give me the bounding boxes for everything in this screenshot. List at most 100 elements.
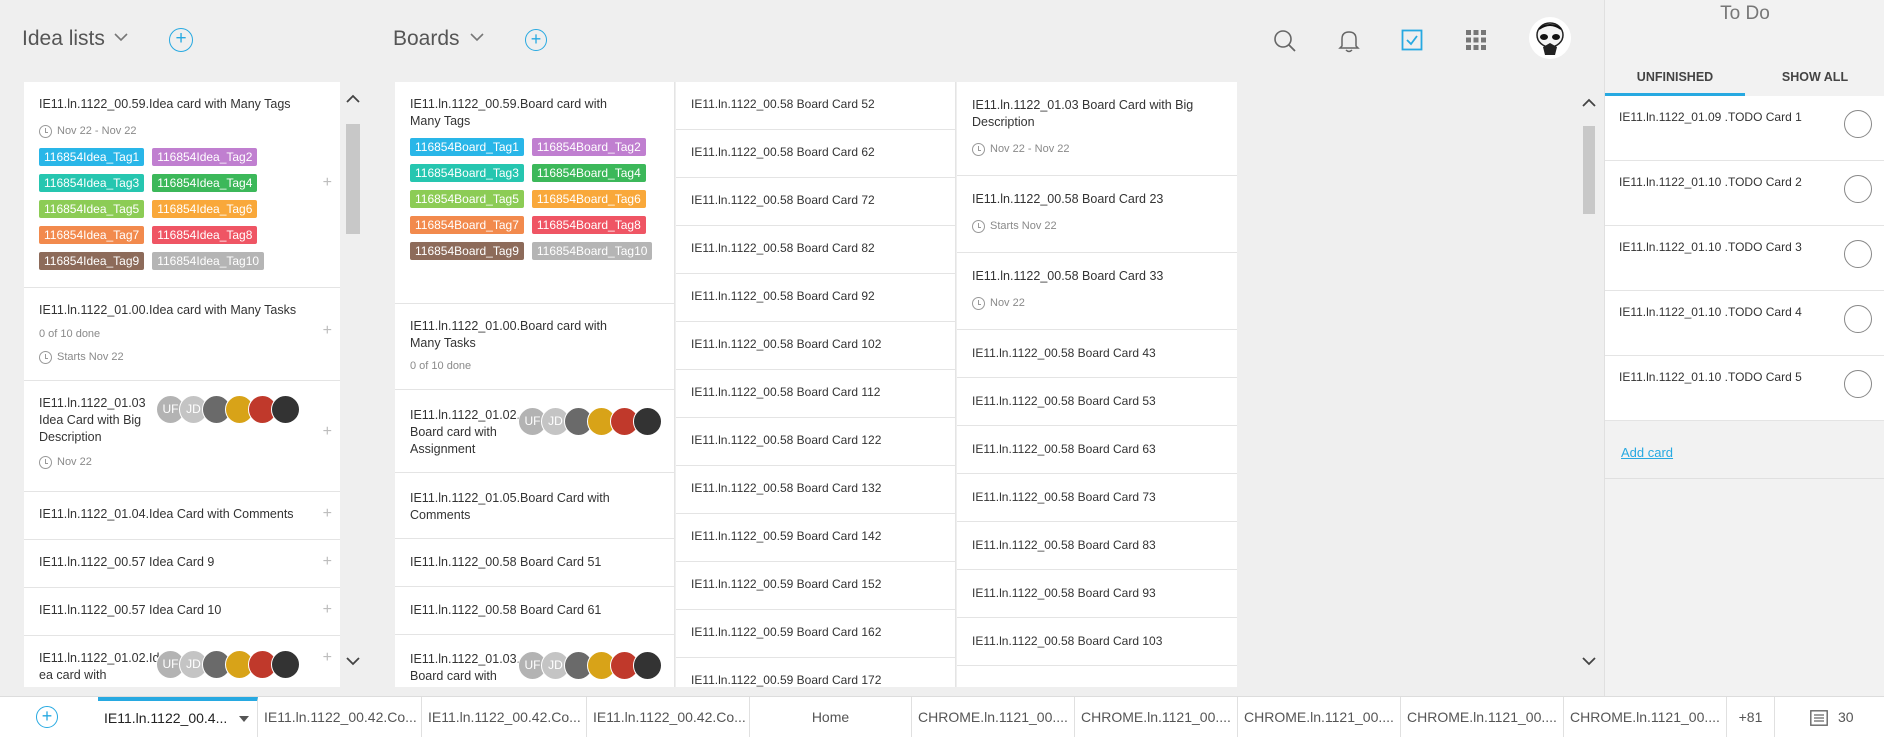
idea-card-comments[interactable]: IE11.ln.1122_01.04.Idea Card with Commen… (24, 492, 340, 540)
browser-tab[interactable]: CHROME.ln.1121_00.... (1564, 697, 1727, 737)
add-card-link[interactable]: Add card (1621, 445, 1673, 460)
todo-card[interactable]: IE11.ln.1122_01.10 .TODO Card 5 (1605, 356, 1884, 421)
idea-card-many-tasks[interactable]: IE11.ln.1122_01.00.Idea card with Many T… (24, 288, 340, 381)
new-tab-button[interactable]: + (36, 706, 58, 728)
tag-badge[interactable]: 116854Idea_Tag7 (39, 226, 145, 244)
board-card[interactable]: IE11.ln.1122_00.58 Board Card 112 (676, 370, 955, 418)
board-card-many-tasks[interactable]: IE11.ln.1122_01.00.Board card with Many … (395, 304, 674, 390)
board-card[interactable]: IE11.ln.1122_00.58 Board Card 83 (957, 522, 1237, 570)
tag-badge[interactable]: 116854Board_Tag4 (531, 164, 646, 182)
tag-badge[interactable]: 116854Board_Tag1 (410, 138, 524, 156)
assignee-avatar[interactable] (271, 395, 300, 424)
boards-chevron-down-icon[interactable] (470, 33, 484, 42)
user-avatar[interactable] (1529, 17, 1571, 59)
board-card[interactable]: IE11.ln.1122_00.58 Board Card 92 (676, 274, 955, 322)
board-card-assignment[interactable]: IE11.ln.1122_01.02. Board card with Assi… (395, 390, 674, 473)
assignee-avatar[interactable] (633, 407, 662, 436)
board-card-comments[interactable]: IE11.ln.1122_01.05.Board Card with Comme… (395, 473, 674, 539)
tag-badge[interactable]: 116854Board_Tag3 (410, 164, 524, 182)
plus-icon[interactable]: + (323, 601, 332, 618)
browser-tab[interactable]: CHROME.ln.1121_00.... (1075, 697, 1238, 737)
tag-badge[interactable]: 116854Idea_Tag8 (152, 226, 258, 244)
tag-badge[interactable]: 116854Idea_Tag9 (39, 252, 145, 270)
board-card-23[interactable]: IE11.ln.1122_00.58 Board Card 23 Starts … (957, 176, 1237, 253)
add-idea-list-button[interactable]: + (169, 28, 193, 52)
scroll-thumb[interactable] (346, 124, 360, 234)
complete-toggle-circle-icon[interactable] (1844, 110, 1872, 138)
complete-toggle-circle-icon[interactable] (1844, 175, 1872, 203)
board-card[interactable]: IE11.ln.1122_00.58 Board Card 43 (957, 330, 1237, 378)
more-tabs-button[interactable]: +81 (1727, 697, 1775, 737)
tag-badge[interactable]: 116854Board_Tag8 (531, 216, 646, 234)
idea-card-big-description[interactable]: IE11.ln.1122_01.03 Idea Card with Big De… (24, 381, 340, 492)
idea-card-9[interactable]: IE11.ln.1122_00.57 Idea Card 9 + (24, 540, 340, 588)
tag-badge[interactable]: 116854Idea_Tag3 (39, 174, 145, 192)
board-card[interactable]: IE11.ln.1122_00.59 Board Card 172 (676, 658, 955, 687)
tag-badge[interactable]: 116854Board_Tag2 (531, 138, 646, 156)
board-card-col3-big-description[interactable]: IE11.ln.1122_01.03 Board Card with Big D… (957, 82, 1237, 176)
board-card[interactable]: IE11.ln.1122_00.58 Board Card 103 (957, 618, 1237, 666)
tag-badge[interactable]: 116854Board_Tag9 (410, 242, 524, 260)
tab-show-all[interactable]: SHOW ALL (1745, 70, 1884, 84)
todo-card[interactable]: IE11.ln.1122_01.09 .TODO Card 1 (1605, 96, 1884, 161)
board-card[interactable]: IE11.ln.1122_00.58 Board Card 122 (676, 418, 955, 466)
browser-tab[interactable]: CHROME.ln.1121_00.... (912, 697, 1075, 737)
complete-toggle-circle-icon[interactable] (1844, 305, 1872, 333)
scroll-thumb[interactable] (1583, 126, 1595, 214)
tag-badge[interactable]: 116854Board_Tag7 (410, 216, 524, 234)
board-card[interactable]: IE11.ln.1122_00.58 Board Card 132 (676, 466, 955, 514)
board-card[interactable]: IE11.ln.1122_00.58 Board Card 72 (676, 178, 955, 226)
board-card-33[interactable]: IE11.ln.1122_00.58 Board Card 33 Nov 22 (957, 253, 1237, 330)
board-card[interactable]: IE11.ln.1122_00.58 Board Card 93 (957, 570, 1237, 618)
todo-card[interactable]: IE11.ln.1122_01.10 .TODO Card 3 (1605, 226, 1884, 291)
browser-tab[interactable]: IE11.ln.1122_00.42.Co... (258, 697, 422, 737)
tag-badge[interactable]: 116854Idea_Tag6 (152, 200, 258, 218)
browser-tab[interactable]: CHROME.ln.1121_00.... (1401, 697, 1564, 737)
plus-icon[interactable]: + (323, 423, 332, 440)
tag-badge[interactable]: 116854Board_Tag5 (410, 190, 524, 208)
plus-icon[interactable]: + (323, 505, 332, 522)
board-card[interactable]: IE11.ln.1122_00.59 Board Card 142 (676, 514, 955, 562)
tag-badge[interactable]: 116854Board_Tag10 (531, 242, 653, 260)
boards-title[interactable]: Boards (393, 27, 460, 51)
tab-list-icon[interactable] (1810, 710, 1828, 726)
plus-icon[interactable]: + (323, 553, 332, 570)
tag-badge[interactable]: 116854Board_Tag6 (531, 190, 646, 208)
plus-icon[interactable]: + (323, 174, 332, 191)
scroll-down-icon[interactable] (1582, 657, 1596, 666)
scroll-down-icon[interactable] (346, 657, 360, 666)
idea-card-many-tags[interactable]: IE11.ln.1122_00.59.Idea card with Many T… (24, 82, 340, 288)
board-card-51[interactable]: IE11.ln.1122_00.58 Board Card 51 (395, 539, 674, 587)
board-card[interactable]: IE11.ln.1122_00.59 Board Card 152 (676, 562, 955, 610)
board-card[interactable]: IE11.ln.1122_00.58 Board Card 63 (957, 426, 1237, 474)
search-icon[interactable] (1273, 29, 1297, 53)
todo-checkbox-icon[interactable] (1401, 29, 1423, 51)
tag-badge[interactable]: 116854Idea_Tag5 (39, 200, 145, 218)
idea-lists-title[interactable]: Idea lists (22, 27, 105, 51)
complete-toggle-circle-icon[interactable] (1844, 370, 1872, 398)
idea-card-assignment[interactable]: IE11.ln.1122_01.02.Id ea card with UF JD … (24, 636, 340, 687)
board-card[interactable]: IE11.ln.1122_00.58 Board Card 73 (957, 474, 1237, 522)
idea-lists-chevron-down-icon[interactable] (114, 33, 128, 42)
browser-tab[interactable]: CHROME.ln.1121_00.... (1238, 697, 1401, 737)
assignee-avatar[interactable] (271, 650, 300, 679)
idea-list-scrollbar[interactable] (342, 82, 364, 687)
bell-icon[interactable] (1338, 29, 1360, 53)
plus-icon[interactable]: + (323, 649, 332, 666)
board-card-many-tags[interactable]: IE11.ln.1122_00.59.Board card with Many … (395, 82, 674, 304)
board-card[interactable]: IE11.ln.1122_00.58 Board Card 82 (676, 226, 955, 274)
browser-tab[interactable]: IE11.ln.1122_00.4... (98, 697, 258, 737)
scroll-up-icon[interactable] (346, 94, 360, 103)
scroll-up-icon[interactable] (1582, 98, 1596, 107)
idea-card-10[interactable]: IE11.ln.1122_00.57 Idea Card 10 + (24, 588, 340, 636)
board-card[interactable]: IE11.ln.1122_00.58 Board Card 62 (676, 130, 955, 178)
board-card[interactable]: IE11.ln.1122_00.58 Board Card 102 (676, 322, 955, 370)
tab-unfinished[interactable]: UNFINISHED (1605, 70, 1745, 84)
add-board-button[interactable]: + (525, 29, 547, 51)
browser-tab[interactable]: IE11.ln.1122_00.42.Co... (422, 697, 587, 737)
tag-badge[interactable]: 116854Idea_Tag10 (152, 252, 265, 270)
tag-badge[interactable]: 116854Idea_Tag2 (152, 148, 258, 166)
board-card-61[interactable]: IE11.ln.1122_00.58 Board Card 61 (395, 587, 674, 635)
browser-tab[interactable]: Home (750, 697, 912, 737)
tag-badge[interactable]: 116854Idea_Tag1 (39, 148, 145, 166)
